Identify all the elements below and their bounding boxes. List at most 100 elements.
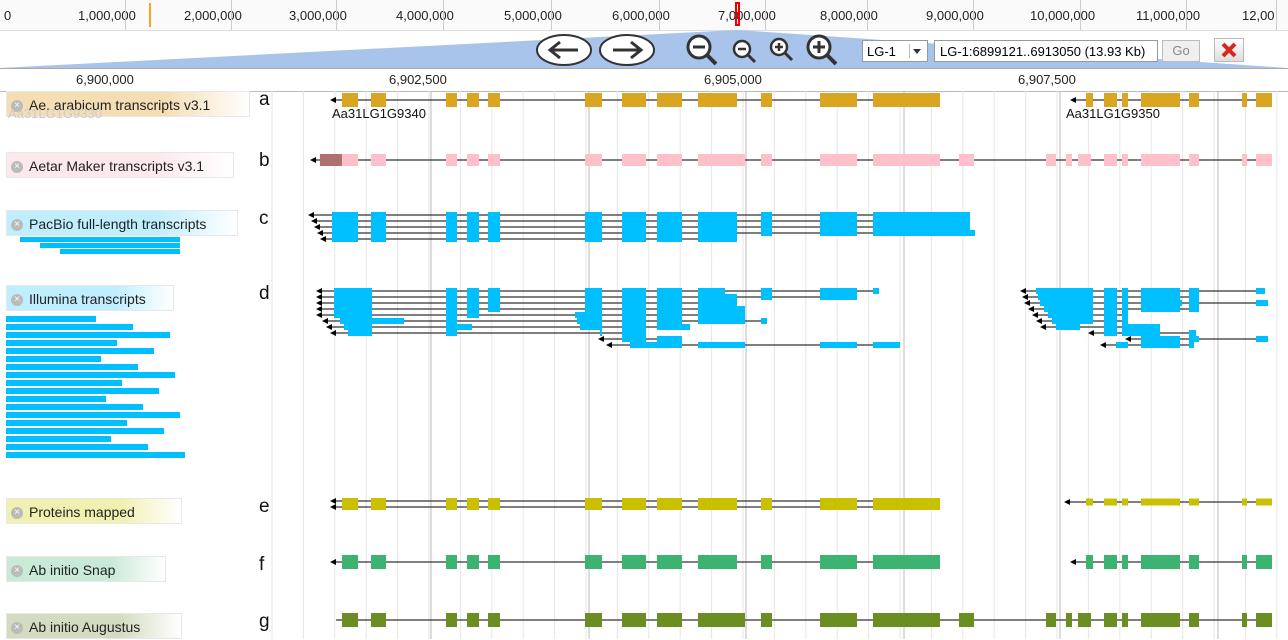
exon xyxy=(488,613,500,627)
exon xyxy=(371,212,386,218)
exon xyxy=(334,312,372,318)
exon xyxy=(1189,300,1199,306)
exon xyxy=(488,306,500,312)
ruler-tick-label: 6,905,000 xyxy=(704,72,762,87)
illumina-read-overflow xyxy=(6,388,159,394)
exon xyxy=(820,154,857,166)
exon xyxy=(371,218,386,224)
clear-highlight-icon xyxy=(1221,42,1237,58)
exon xyxy=(488,218,500,224)
overview-tick xyxy=(1080,0,1081,30)
overview-current-region[interactable] xyxy=(735,2,740,26)
track-label-text: Ab initio Augustus xyxy=(29,619,141,635)
exon xyxy=(467,555,479,569)
exon xyxy=(371,236,386,242)
close-icon[interactable]: × xyxy=(11,565,23,578)
illumina-read-overflow xyxy=(6,436,111,442)
exon xyxy=(657,236,682,242)
exon xyxy=(1122,613,1128,627)
exon xyxy=(446,330,457,336)
gene-model xyxy=(1070,555,1272,569)
track-label-f[interactable]: × Ab initio Snap xyxy=(6,556,166,582)
close-icon[interactable]: × xyxy=(11,161,23,174)
gene-model xyxy=(330,555,940,569)
exon xyxy=(873,224,970,230)
exon xyxy=(332,236,358,242)
exon xyxy=(1078,154,1091,166)
exon xyxy=(698,224,737,230)
go-button[interactable]: Go xyxy=(1162,40,1200,62)
close-icon[interactable]: × xyxy=(11,219,23,232)
ruler-tick-label: 6,902,500 xyxy=(389,72,447,87)
exon xyxy=(873,154,940,166)
close-icon[interactable]: × xyxy=(11,507,23,520)
track-label-g[interactable]: × Ab initio Augustus xyxy=(6,613,182,639)
exon xyxy=(698,300,737,306)
exon xyxy=(873,230,975,236)
overview-tick-label: 2,000,000 xyxy=(184,8,242,23)
exon xyxy=(580,324,602,330)
track-label-c[interactable]: × PacBio full-length transcripts xyxy=(6,210,238,236)
exon xyxy=(467,236,479,242)
exon xyxy=(761,230,772,236)
exon xyxy=(446,504,457,510)
clear-highlight-button[interactable] xyxy=(1214,38,1244,62)
exon xyxy=(1122,330,1160,336)
exon xyxy=(1104,300,1117,306)
exon xyxy=(1122,294,1128,300)
close-icon[interactable]: × xyxy=(11,294,23,307)
overview-scale[interactable]: 0 1,000,000 2,000,000 3,000,000 4,000,000 5,0… xyxy=(0,0,1288,31)
overview-tick-label: 3,000,000 xyxy=(289,8,347,23)
exon xyxy=(1078,613,1091,627)
strand-arrow xyxy=(1020,288,1026,294)
gene-model xyxy=(322,318,767,324)
exon xyxy=(1122,318,1128,324)
track-label-e[interactable]: × Proteins mapped xyxy=(6,498,182,524)
gene-model xyxy=(1028,306,1199,312)
strand-arrow xyxy=(606,342,612,348)
gene-label[interactable]: Aa31LG1G9350 xyxy=(1066,106,1160,121)
gene-label[interactable]: Aa31LG1G9340 xyxy=(332,106,426,121)
close-icon[interactable]: × xyxy=(11,622,23,635)
exon xyxy=(585,300,602,306)
strand-arrow xyxy=(310,157,316,163)
exon xyxy=(761,224,772,230)
exon xyxy=(585,306,602,312)
exon xyxy=(446,306,457,312)
zoom-out-icon[interactable] xyxy=(731,38,759,66)
exon xyxy=(761,218,772,224)
location-input[interactable]: LG-1:6899121..6913050 (13.93 Kb) xyxy=(934,40,1158,62)
exon xyxy=(1141,154,1180,166)
track-label-d[interactable]: × Illumina transcripts xyxy=(6,285,174,311)
exon xyxy=(446,613,457,627)
exon xyxy=(446,93,457,107)
exon xyxy=(467,288,479,294)
exon xyxy=(657,154,682,166)
exon xyxy=(446,498,457,504)
exon xyxy=(585,498,602,504)
exon xyxy=(467,212,479,218)
exon xyxy=(1066,613,1072,627)
exon xyxy=(332,218,358,224)
exon xyxy=(657,336,682,342)
zoom-in-large-icon[interactable] xyxy=(804,32,840,68)
zoom-out-large-icon[interactable] xyxy=(684,32,720,68)
exon xyxy=(1104,318,1117,324)
exon xyxy=(342,504,358,510)
gene-model xyxy=(326,324,690,330)
arrow-left-icon[interactable] xyxy=(534,32,594,68)
exon xyxy=(1256,288,1265,294)
exon xyxy=(1141,498,1180,506)
exon xyxy=(585,294,602,300)
strand-arrow xyxy=(330,498,336,504)
exon xyxy=(332,224,358,230)
track-label-b[interactable]: × Aetar Maker transcripts v3.1 xyxy=(6,152,234,178)
zoom-in-icon[interactable] xyxy=(768,36,796,64)
exon xyxy=(622,224,646,230)
exon xyxy=(1141,300,1182,306)
reference-sequence-select[interactable]: LG-1 xyxy=(862,40,928,62)
arrow-right-icon[interactable] xyxy=(597,32,657,68)
chevron-down-icon[interactable] xyxy=(909,44,924,58)
exon xyxy=(332,212,358,218)
strand-arrow xyxy=(314,224,320,230)
